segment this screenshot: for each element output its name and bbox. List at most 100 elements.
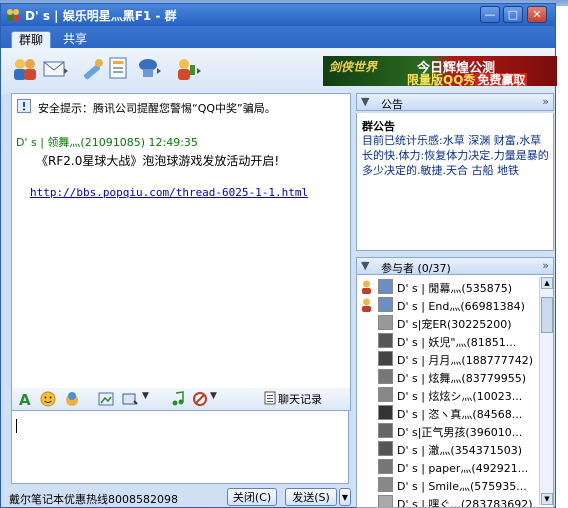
member-row[interactable]: D' s | 恣ヽ真灬(84568... bbox=[359, 405, 539, 422]
group-chat-window: D' s | 娱乐明星灬黑F1 - 群 — □ ✕ 群聊 共享 剑侠世界 今日辉… bbox=[0, 3, 557, 508]
member-name: D' s|正气男孩(396010... bbox=[397, 426, 523, 439]
tools-icon[interactable] bbox=[79, 55, 107, 83]
member-row[interactable]: D' s | 月月灬(188777742) bbox=[359, 351, 539, 368]
member-avatar bbox=[378, 315, 393, 330]
info-icon bbox=[17, 99, 31, 113]
announcement-title: 群公告 bbox=[362, 120, 395, 133]
members-header-label: 参与者 (0/37) bbox=[381, 262, 451, 275]
scroll-up-icon[interactable]: ▲ bbox=[541, 277, 553, 289]
message-input[interactable] bbox=[11, 410, 349, 484]
message-history-panel[interactable]: 安全提示：腾讯公司提醒您警惕“QQ中奖”骗局。 D' s | 领舞灬(21091… bbox=[11, 93, 351, 389]
members-scrollbar[interactable]: ▲ ▼ bbox=[539, 277, 553, 505]
member-avatar bbox=[378, 405, 393, 420]
member-avatar bbox=[378, 441, 393, 456]
text-caret bbox=[16, 419, 17, 433]
chat-history-label: 聊天记录 bbox=[278, 393, 322, 406]
admin-badge-icon bbox=[359, 279, 374, 294]
members-list: ▲ ▼ D' s | 閒幕灬(535875) D' s | End灬(669813… bbox=[356, 275, 554, 508]
music-icon[interactable] bbox=[170, 391, 186, 407]
close-window-button[interactable]: ✕ bbox=[527, 6, 547, 23]
member-name: D' s | Smile灬(575935... bbox=[397, 480, 527, 493]
tab-share[interactable]: 共享 bbox=[56, 31, 94, 48]
scroll-thumb[interactable] bbox=[541, 297, 553, 333]
member-row[interactable]: D' s | 閒幕灬(535875) bbox=[359, 279, 539, 296]
member-row[interactable]: D' s|宠ER(30225200) bbox=[359, 315, 539, 332]
screenshot-dropdown-icon[interactable]: ▼ bbox=[142, 391, 149, 401]
send-options-dropdown[interactable]: ▼ bbox=[339, 488, 351, 506]
member-name: D' s | 閒幕灬(535875) bbox=[397, 282, 512, 295]
member-avatar bbox=[378, 279, 393, 294]
member-name: D' s | 澈灬(354371503) bbox=[397, 444, 522, 457]
member-row[interactable]: D' s | 嘿ぐ...(283783692) bbox=[359, 495, 539, 508]
group-settings-icon[interactable] bbox=[135, 55, 163, 83]
member-name: D' s | 炫炫シ灬(10023... bbox=[397, 390, 523, 403]
expand-icon[interactable]: » bbox=[542, 95, 549, 108]
toolbar: 剑侠世界 今日辉煌公测 限量版QQ秀 免费赢取 bbox=[1, 48, 557, 94]
member-row[interactable]: D' s | paper灬(492921... bbox=[359, 459, 539, 476]
title-bar[interactable]: D' s | 娱乐明星灬黑F1 - 群 — □ ✕ bbox=[1, 4, 555, 26]
advertisement-banner[interactable]: 剑侠世界 今日辉煌公测 限量版QQ秀 免费赢取 bbox=[323, 56, 557, 86]
chat-history-button[interactable]: 聊天记录 bbox=[264, 391, 322, 407]
member-avatar bbox=[378, 423, 393, 438]
send-image-icon[interactable] bbox=[98, 391, 114, 407]
collapse-icon[interactable]: ▼ bbox=[361, 95, 369, 108]
banner-logo: 剑侠世界 bbox=[329, 60, 378, 74]
member-name: D' s | 妖児"灬(81851... bbox=[397, 336, 517, 349]
member-avatar bbox=[378, 495, 393, 507]
member-row[interactable]: D' s | 炫炫シ灬(10023... bbox=[359, 387, 539, 404]
close-button[interactable]: 关闭(C) bbox=[227, 488, 277, 506]
contact-card-icon[interactable] bbox=[105, 55, 133, 83]
magic-emoji-icon[interactable] bbox=[64, 391, 80, 407]
screenshot-icon[interactable] bbox=[122, 391, 138, 407]
member-name: D' s | paper灬(492921... bbox=[397, 462, 529, 475]
history-icon bbox=[264, 391, 276, 405]
member-row[interactable]: D' s | 妖児"灬(81851... bbox=[359, 333, 539, 350]
announcement-header[interactable]: ▼ 公告 » bbox=[356, 93, 554, 111]
expand-icon[interactable]: » bbox=[542, 259, 549, 272]
announcement-header-label: 公告 bbox=[381, 98, 403, 111]
member-avatar bbox=[378, 387, 393, 402]
scroll-down-icon[interactable]: ▼ bbox=[541, 493, 553, 505]
member-avatar bbox=[378, 369, 393, 384]
tab-bar: 群聊 共享 bbox=[1, 26, 555, 49]
format-toolbar: A ▼ ▼ 聊天记录 bbox=[11, 388, 351, 411]
block-dropdown-icon[interactable]: ▼ bbox=[210, 391, 217, 401]
tab-group-chat[interactable]: 群聊 bbox=[11, 31, 52, 49]
security-tip: 安全提示：腾讯公司提醒您警惕“QQ中奖”骗局。 bbox=[38, 102, 276, 115]
message-header: D' s | 领舞灬(21091085) 12:49:35 bbox=[16, 136, 198, 149]
send-button[interactable]: 发送(S) bbox=[285, 488, 337, 506]
member-name: D' s | 嘿ぐ...(283783692) bbox=[397, 498, 533, 508]
member-row[interactable]: D' s|正气男孩(396010... bbox=[359, 423, 539, 440]
announcement-body: 目前已统计乐感:水草 深渊 财富,水草长的快.体力:恢复体力决定.力量是暴的多少… bbox=[362, 134, 549, 177]
member-avatar bbox=[378, 477, 393, 492]
member-avatar bbox=[378, 459, 393, 474]
svg-text:A: A bbox=[19, 391, 31, 407]
message-link[interactable]: http://bbs.popqiu.com/thread-6025-1-1.ht… bbox=[30, 186, 308, 199]
member-avatar bbox=[378, 297, 393, 312]
minimize-button[interactable]: — bbox=[480, 6, 500, 23]
admin-badge-icon bbox=[359, 297, 374, 312]
block-icon[interactable] bbox=[192, 391, 208, 407]
announcement-panel: 群公告 目前已统计乐感:水草 深渊 财富,水草长的快.体力:恢复体力决定.力量是… bbox=[356, 113, 554, 251]
maximize-button[interactable]: □ bbox=[503, 6, 523, 23]
member-row[interactable]: D' s | 澈灬(354371503) bbox=[359, 441, 539, 458]
font-icon[interactable]: A bbox=[17, 391, 33, 407]
member-name: D' s | 月月灬(188777742) bbox=[397, 354, 533, 367]
member-manage-icon[interactable] bbox=[173, 55, 201, 83]
emoji-icon[interactable] bbox=[40, 391, 56, 407]
member-name: D' s|宠ER(30225200) bbox=[397, 318, 512, 331]
member-row[interactable]: D' s | 炫舞灬(83779955) bbox=[359, 369, 539, 386]
member-name: D' s | 炫舞灬(83779955) bbox=[397, 372, 526, 385]
group-icon bbox=[7, 9, 19, 21]
mail-icon[interactable] bbox=[41, 55, 69, 83]
group-members-icon[interactable] bbox=[11, 55, 39, 83]
member-avatar bbox=[378, 333, 393, 348]
footer-ad-link[interactable]: 戴尔笔记本优惠热线8008582098 bbox=[9, 491, 178, 507]
member-row[interactable]: D' s | Smile灬(575935... bbox=[359, 477, 539, 494]
collapse-icon[interactable]: ▼ bbox=[361, 259, 369, 272]
member-row[interactable]: D' s | End灬(66981384) bbox=[359, 297, 539, 314]
banner-subline: 限量版QQ秀 免费赢取 bbox=[407, 73, 528, 86]
member-avatar bbox=[378, 351, 393, 366]
member-name: D' s | 恣ヽ真灬(84568... bbox=[397, 408, 523, 421]
members-header[interactable]: ▼ 参与者 (0/37) » bbox=[356, 257, 554, 275]
